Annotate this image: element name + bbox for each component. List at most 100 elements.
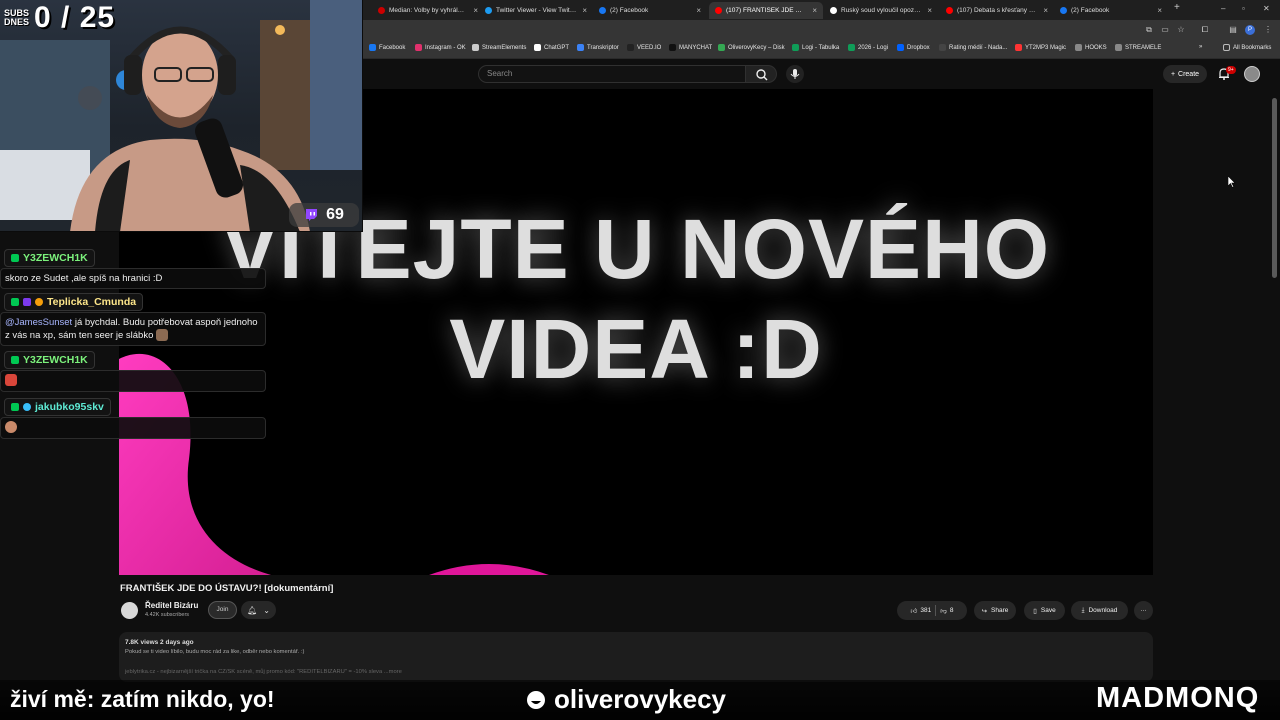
join-button[interactable]: Join	[208, 601, 237, 619]
chat-text: skoro ze Sudet ,ale spíš na hranici :D	[0, 268, 266, 289]
download-icon: ⤓	[1081, 606, 1085, 614]
search-button[interactable]	[745, 65, 777, 83]
like-dislike-group: 👍︎ 381 👎︎ 8	[897, 601, 967, 620]
save-button[interactable]: ▯ Save	[1024, 601, 1065, 620]
share-button[interactable]: ↪ Share	[974, 601, 1016, 620]
chevron-down-icon: ⌄	[263, 605, 270, 615]
close-icon[interactable]: ×	[1157, 6, 1162, 15]
tab-facebook-1[interactable]: (2) Facebook ×	[593, 2, 707, 19]
chat-username: Y3ZEWCH1K	[4, 351, 95, 369]
notification-count-badge: 9+	[1226, 66, 1236, 74]
close-icon[interactable]: ×	[582, 6, 587, 15]
dislike-button[interactable]: 👎︎ 8	[940, 607, 953, 615]
subs-goal-label: SUBS DNES	[4, 8, 30, 27]
webcam-overlay: SUBS DNES 0 / 25 69	[0, 0, 363, 232]
subscription-bell-button[interactable]: 🔔︎ ⌄	[241, 601, 276, 619]
bookmark-hooks[interactable]: HOOKS	[1075, 44, 1107, 51]
like-button[interactable]: 👍︎ 381	[911, 607, 932, 615]
tab-median[interactable]: Median: Volby by vyhrálo ANO ×	[372, 2, 484, 19]
tab-active-video[interactable]: (107) FRANTIŠEK JDE DO ÚSTAVU ×	[709, 2, 823, 19]
bookmark-favicon	[669, 44, 676, 51]
tab-twitter-viewer[interactable]: Twitter Viewer - View Twitter ×	[479, 2, 593, 19]
tab-favicon	[378, 7, 385, 14]
bookmark-yt2mp3[interactable]: YT2MP3 Magic	[1015, 44, 1066, 51]
bookmark-instagram[interactable]: Instagram - OK	[415, 44, 466, 51]
profile-icon[interactable]: P	[1245, 25, 1255, 35]
bookmark-favicon	[792, 44, 799, 51]
bookmark-logi-tabulka[interactable]: Logi - Tabulka	[792, 44, 839, 51]
download-button[interactable]: ⤓ Download	[1071, 601, 1128, 620]
bookmark-favicon	[1015, 44, 1022, 51]
search-input[interactable]: Search	[478, 65, 746, 83]
video-pink-arc	[429, 564, 549, 575]
close-icon[interactable]: ×	[696, 6, 701, 15]
diamond-badge-icon	[23, 403, 31, 411]
bookmark-2026-logi[interactable]: 2026 - Logi	[848, 44, 888, 51]
chat-message: Teplicka_Cmunda @JamesSunset já bychdal.…	[0, 293, 266, 346]
video-views-date: 7.8K views 2 days ago	[125, 639, 194, 646]
close-icon[interactable]: ×	[927, 6, 932, 15]
menu-dots-icon[interactable]: ⋮	[1263, 25, 1273, 35]
bookmark-manychat[interactable]: MANYCHAT	[669, 44, 712, 51]
bookmark-icon: ▯	[1033, 607, 1037, 615]
kick-badge-icon	[11, 254, 19, 262]
tab-facebook-2[interactable]: (2) Facebook ×	[1054, 2, 1168, 19]
tab-debata[interactable]: (107) Debata s křesťany na FB ×	[940, 2, 1054, 19]
all-bookmarks-button[interactable]: All Bookmarks	[1223, 44, 1271, 51]
create-button[interactable]: + Create	[1163, 65, 1207, 83]
voice-search-button[interactable]	[786, 65, 804, 83]
more-bookmarks-button[interactable]: »	[1199, 44, 1202, 50]
translate-icon[interactable]: ⧉	[1144, 25, 1154, 35]
search-icon	[756, 69, 768, 81]
account-avatar[interactable]	[1244, 66, 1260, 82]
bookmark-favicon	[848, 44, 855, 51]
new-tab-button[interactable]: +	[1174, 2, 1180, 13]
tab-rusky-soud[interactable]: Ruský soud vyloučil opozičn ×	[824, 2, 938, 19]
bookmark-facebook[interactable]: Facebook	[369, 44, 405, 51]
bookmark-favicon	[897, 44, 904, 51]
chat-username: jakubko95skv	[4, 398, 111, 416]
thumbs-up-icon: 👍︎	[910, 607, 918, 615]
tab-favicon	[830, 7, 837, 14]
bookmark-streamele[interactable]: STREAMELE	[1115, 44, 1161, 51]
bookmark-favicon	[718, 44, 725, 51]
mouse-cursor-icon	[1228, 176, 1236, 188]
chat-text	[0, 417, 266, 439]
split-icon[interactable]: ▤	[1228, 25, 1238, 35]
bookmark-dropbox[interactable]: Dropbox	[897, 44, 930, 51]
kick-badge-icon	[11, 356, 19, 364]
bookmark-favicon	[577, 44, 584, 51]
emote-icon	[156, 329, 169, 342]
channel-name[interactable]: Ředitel Bizáru	[145, 601, 198, 610]
extensions-icon[interactable]: ⧠	[1200, 25, 1210, 35]
bookmark-favicon	[1115, 44, 1122, 51]
bookmark-veed[interactable]: VEED.IO	[627, 44, 661, 51]
tab-favicon	[1060, 7, 1067, 14]
bookmark-transkriptor[interactable]: Transkriptor	[577, 44, 619, 51]
maximize-icon[interactable]: ▫	[1242, 4, 1245, 13]
close-icon[interactable]: ×	[812, 6, 817, 15]
kick-badge-icon	[11, 403, 19, 411]
page-scrollbar[interactable]	[1272, 98, 1277, 278]
bookmark-rating-medii[interactable]: Rating médií - Nada...	[939, 44, 1007, 51]
bookmark-streamelements[interactable]: StreamElements	[472, 44, 526, 51]
window-close-icon[interactable]: ✕	[1263, 4, 1270, 13]
chat-message: Y3ZEWCH1K skoro ze Sudet ,ale spíš na hr…	[0, 249, 266, 289]
folder-icon	[1223, 44, 1230, 51]
channel-avatar[interactable]	[121, 602, 138, 619]
close-icon[interactable]: ×	[473, 6, 478, 15]
bookmark-oliverovykecy-disk[interactable]: OliverovyKecy – Disk	[718, 44, 785, 51]
chat-message: Y3ZEWCH1K	[0, 351, 266, 392]
viewer-count: 69	[326, 206, 344, 223]
bookmark-favicon	[627, 44, 634, 51]
bookmark-chatgpt[interactable]: ChatGPT	[534, 44, 569, 51]
screen-icon[interactable]: ▭	[1160, 25, 1170, 35]
emote-icon	[5, 421, 17, 434]
bookmark-favicon	[534, 44, 541, 51]
tab-favicon	[946, 7, 953, 14]
more-actions-button[interactable]: ···	[1134, 601, 1153, 620]
minimize-icon[interactable]: –	[1221, 4, 1225, 13]
star-icon[interactable]: ☆	[1176, 25, 1186, 35]
close-icon[interactable]: ×	[1043, 6, 1048, 15]
subs-goal-counter: SUBS DNES 0 / 25	[0, 0, 134, 36]
